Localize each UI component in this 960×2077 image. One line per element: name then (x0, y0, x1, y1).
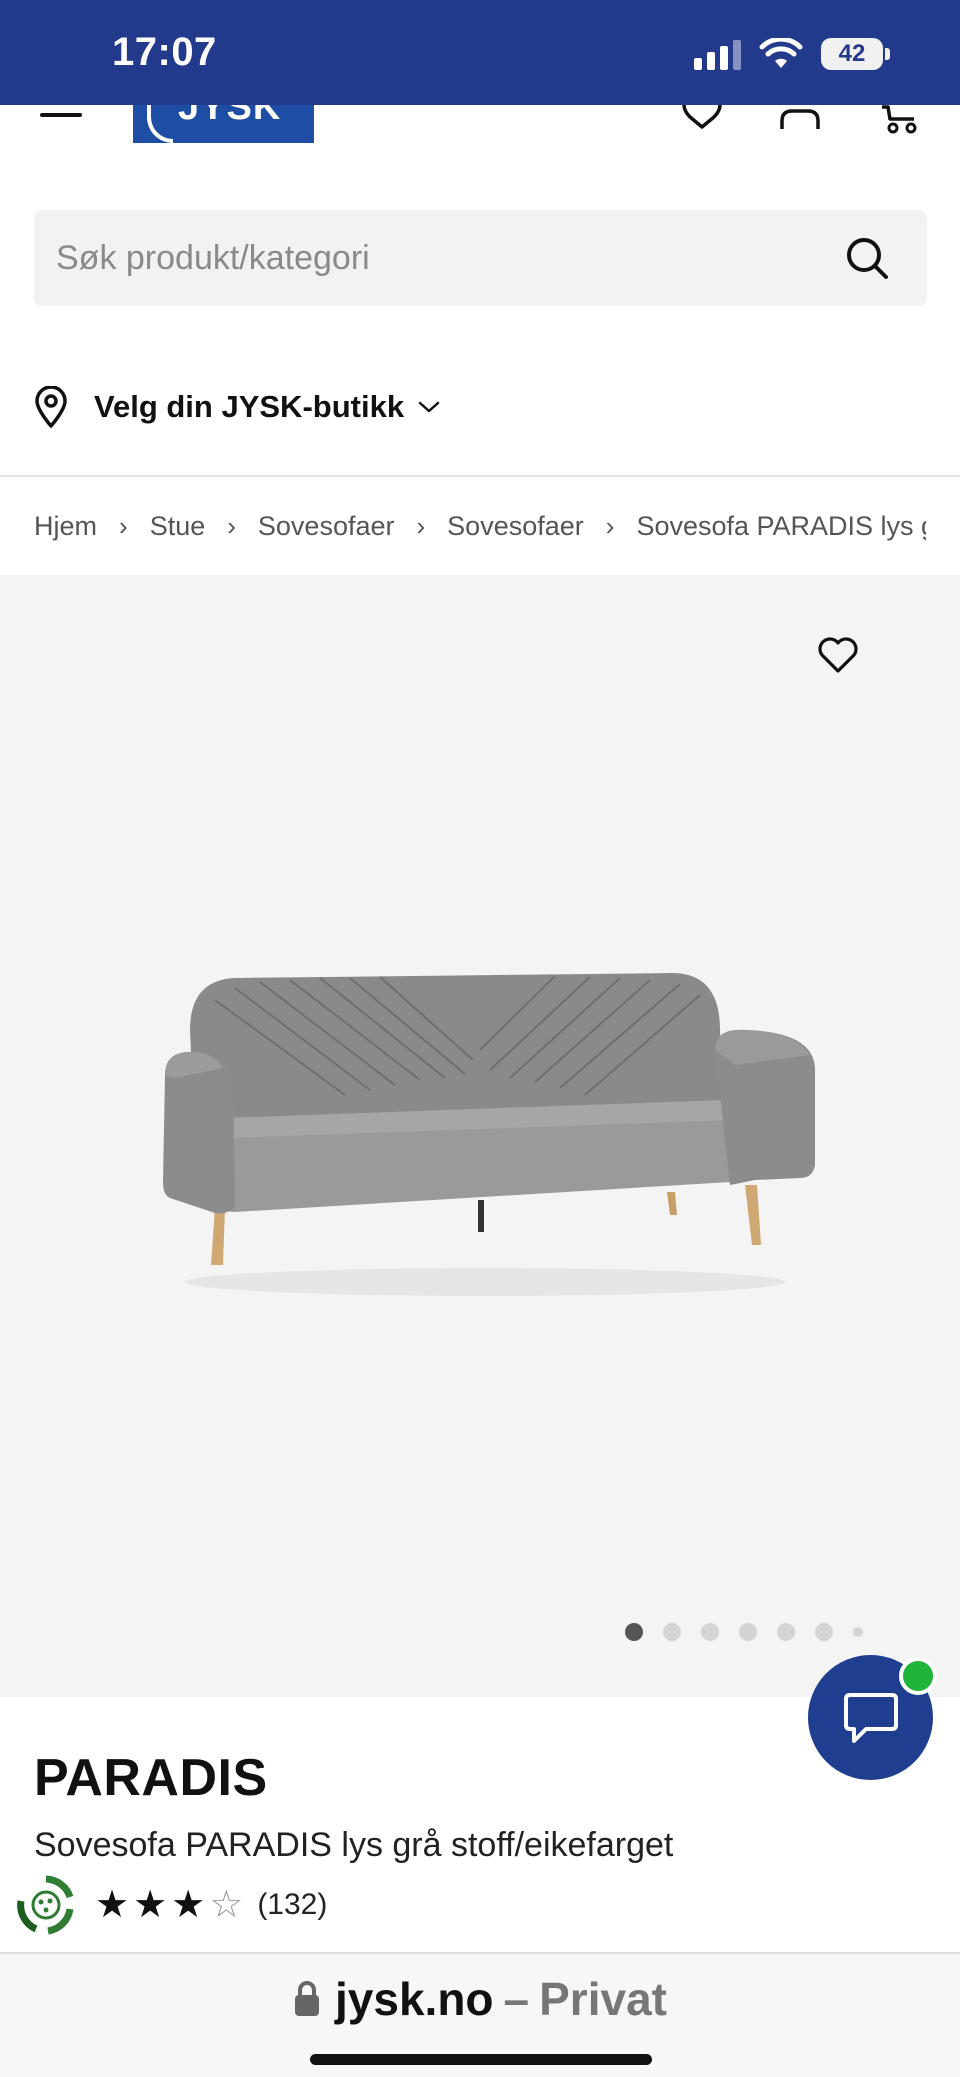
product-subtitle: Sovesofa PARADIS lys grå stoff/eikefarge… (34, 1826, 674, 1864)
chevron-down-icon (418, 401, 440, 413)
star-filled-icon: ★ (95, 1884, 130, 1926)
url-domain: jysk.no (335, 1973, 494, 2025)
battery-icon: 42 (821, 38, 890, 70)
gallery-dot[interactable] (853, 1627, 863, 1637)
divider (0, 475, 960, 477)
search-input[interactable] (56, 238, 816, 278)
rating-stars: ★ ★ ★ ☆ (95, 1886, 243, 1924)
recycle-icon[interactable] (14, 1873, 78, 1937)
breadcrumb-item-current: Sovesofa PARADIS lys grå stoff/eikefarge… (636, 510, 926, 541)
chevron-right-icon: › (605, 510, 615, 541)
cart-icon[interactable] (880, 105, 920, 135)
gallery-dot[interactable] (663, 1623, 681, 1641)
site-header: JYSK (0, 105, 960, 145)
breadcrumb: Hjem › Stue › Sovesofaer › Sovesofaer › … (34, 506, 926, 546)
star-filled-icon: ★ (133, 1884, 168, 1926)
breadcrumb-item-stue[interactable]: Stue (150, 511, 206, 542)
search-icon[interactable] (845, 236, 889, 280)
chat-icon (843, 1692, 898, 1743)
gallery-dot[interactable] (815, 1623, 833, 1641)
chevron-right-icon: › (227, 510, 236, 541)
lock-icon (295, 1981, 320, 2016)
menu-icon[interactable] (40, 105, 82, 145)
favorite-icon[interactable] (816, 635, 860, 675)
breadcrumb-item-sovesofaer-sub[interactable]: Sovesofaer (447, 511, 584, 542)
chat-button[interactable] (808, 1655, 937, 1780)
star-empty-icon: ☆ (209, 1884, 244, 1926)
battery-level: 42 (821, 38, 883, 70)
search-box (34, 210, 927, 306)
gallery-pagination (625, 1623, 863, 1641)
gallery-dot[interactable] (701, 1623, 719, 1641)
product-image-sofa (163, 973, 815, 1296)
star-filled-icon: ★ (171, 1884, 206, 1926)
product-gallery[interactable] (0, 575, 960, 1697)
chevron-right-icon: › (416, 510, 426, 541)
gallery-dot[interactable] (739, 1623, 757, 1641)
location-pin-icon (35, 386, 67, 428)
url-separator: – (503, 1973, 530, 2025)
jysk-logo[interactable]: JYSK (133, 105, 314, 143)
product-rating[interactable]: ★ ★ ★ ☆ (132) (95, 1886, 327, 1924)
wifi-icon (759, 38, 803, 68)
logo-text: JYSK (178, 105, 282, 128)
heart-icon[interactable] (680, 105, 724, 129)
store-selector-label: Velg din JYSK-butikk (94, 389, 405, 424)
browser-address-bar[interactable]: jysk.no – Privat (0, 1952, 960, 2077)
breadcrumb-item-sovesofaer[interactable]: Sovesofaer (258, 511, 395, 542)
home-indicator[interactable] (310, 2054, 652, 2065)
status-time: 17:07 (112, 30, 217, 74)
review-count[interactable]: (132) (257, 1888, 327, 1922)
store-selector[interactable]: Velg din JYSK-butikk (34, 382, 440, 432)
url-display[interactable]: jysk.no – Privat (0, 1972, 960, 2026)
status-icons: 42 (694, 38, 890, 70)
status-bar: 17:07 42 (0, 0, 960, 105)
gallery-dot-active[interactable] (625, 1623, 643, 1641)
browsing-mode: Privat (539, 1973, 667, 2025)
user-icon[interactable] (778, 105, 822, 129)
breadcrumb-item-home[interactable]: Hjem (34, 511, 97, 542)
gallery-dot[interactable] (777, 1623, 795, 1641)
chat-online-indicator (899, 1657, 937, 1695)
signal-icon (694, 38, 741, 70)
chevron-right-icon: › (119, 510, 128, 541)
product-title: PARADIS (34, 1749, 268, 1807)
